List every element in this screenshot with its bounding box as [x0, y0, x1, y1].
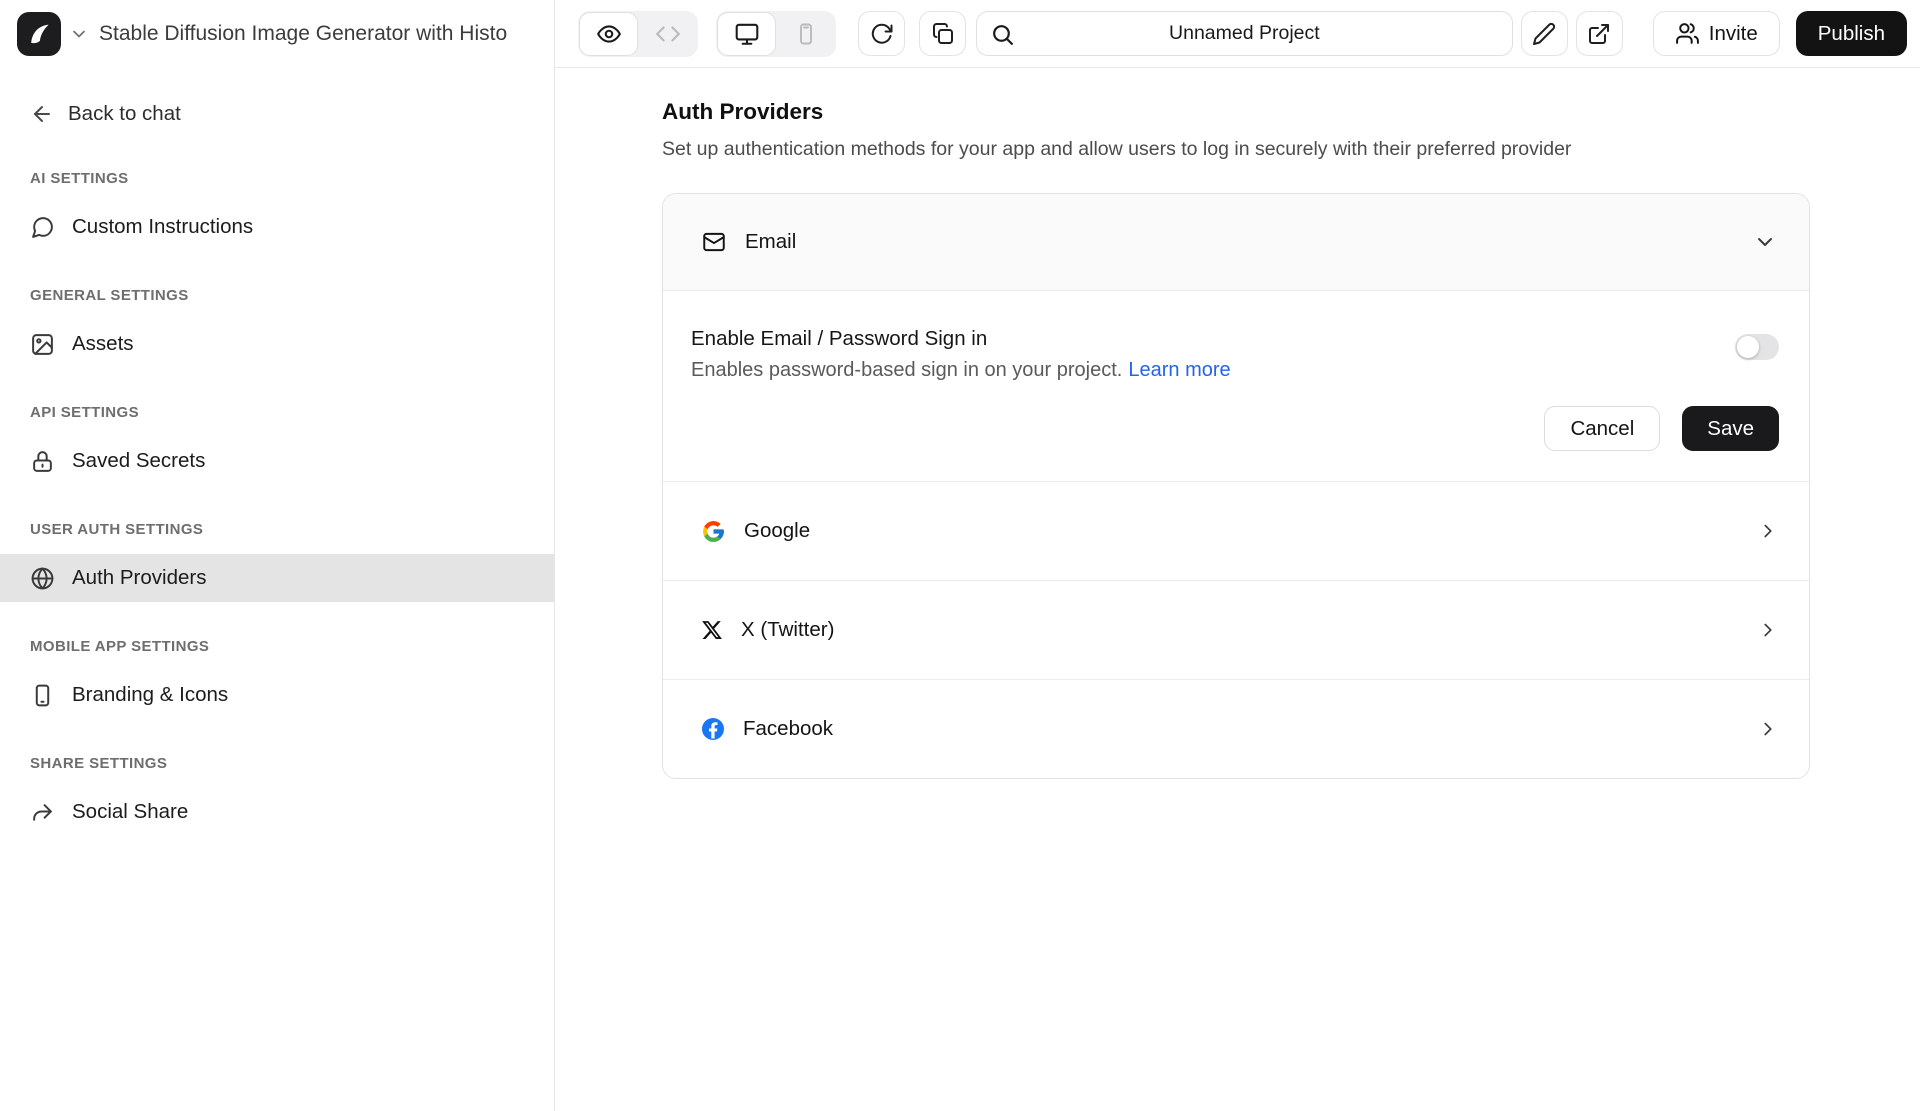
- sidebar-item-saved-secrets[interactable]: Saved Secrets: [0, 437, 554, 485]
- chevron-down-icon: [1753, 230, 1777, 254]
- auth-providers-card: Email Enable Email / Password Sign in En…: [662, 193, 1810, 779]
- app-title: Stable Diffusion Image Generator with Hi…: [99, 22, 544, 46]
- page-title: Auth Providers: [662, 99, 1920, 125]
- sidebar-item-label: Custom Instructions: [72, 215, 253, 239]
- enable-email-title: Enable Email / Password Sign in: [691, 327, 1231, 351]
- provider-label-facebook: Facebook: [743, 717, 833, 741]
- back-to-chat-link[interactable]: Back to chat: [30, 94, 554, 134]
- sidebar-item-auth-providers[interactable]: Auth Providers: [0, 554, 554, 602]
- provider-label-email: Email: [745, 230, 796, 254]
- provider-row-email[interactable]: Email: [663, 194, 1809, 290]
- email-settings-panel: Enable Email / Password Sign in Enables …: [663, 290, 1809, 481]
- section-header-general-settings: GENERAL SETTINGS: [30, 287, 524, 304]
- mobile-view-button[interactable]: [776, 12, 835, 56]
- rename-button[interactable]: [1521, 11, 1568, 56]
- x-twitter-icon: [701, 619, 723, 641]
- logo-swoosh-icon: [24, 19, 54, 49]
- desktop-view-button[interactable]: [717, 12, 776, 56]
- mobile-icon: [794, 22, 818, 46]
- invite-users-icon: [1675, 21, 1700, 46]
- sidebar-item-label: Assets: [72, 332, 134, 356]
- lock-icon: [30, 449, 55, 474]
- search-icon: [990, 22, 1015, 53]
- preview-code-segment: [578, 11, 698, 57]
- provider-label-x-twitter: X (Twitter): [741, 618, 834, 642]
- section-header-ai-settings: AI SETTINGS: [30, 170, 524, 187]
- image-icon: [30, 332, 55, 357]
- enable-email-description-text: Enables password-based sign in on your p…: [691, 359, 1122, 381]
- back-to-chat-label: Back to chat: [68, 102, 181, 126]
- app-window: Stable Diffusion Image Generator with Hi…: [0, 0, 1920, 1111]
- open-external-button[interactable]: [1576, 11, 1623, 56]
- section-header-share-settings: SHARE SETTINGS: [30, 755, 524, 772]
- chevron-right-icon: [1757, 619, 1779, 641]
- arrow-left-icon: [30, 102, 54, 126]
- main-area: Unnamed Project Invite Publish Auth Prov…: [555, 0, 1920, 1111]
- chevron-right-icon: [1757, 520, 1779, 542]
- section-header-api-settings: API SETTINGS: [30, 404, 524, 421]
- copy-button[interactable]: [919, 11, 966, 56]
- page-subtitle: Set up authentication methods for your a…: [662, 138, 1920, 161]
- app-logo[interactable]: [17, 12, 61, 56]
- external-link-icon: [1587, 22, 1611, 46]
- chevron-right-icon: [1757, 718, 1779, 740]
- share-forward-icon: [30, 800, 55, 825]
- facebook-icon: [701, 717, 725, 741]
- code-icon: [655, 21, 681, 47]
- phone-icon: [30, 683, 55, 708]
- chat-bubble-icon: [30, 215, 55, 240]
- section-header-mobile-app-settings: MOBILE APP SETTINGS: [30, 638, 524, 655]
- toggle-knob: [1737, 336, 1759, 358]
- refresh-button[interactable]: [858, 11, 905, 56]
- eye-icon: [596, 21, 622, 47]
- cancel-button[interactable]: Cancel: [1544, 406, 1660, 451]
- toolbar: Unnamed Project Invite Publish: [555, 0, 1920, 68]
- sidebar-item-assets[interactable]: Assets: [0, 320, 554, 368]
- code-toggle-button[interactable]: [638, 12, 697, 56]
- enable-email-text: Enable Email / Password Sign in Enables …: [691, 327, 1231, 382]
- sidebar-header: Stable Diffusion Image Generator with Hi…: [0, 0, 554, 68]
- provider-row-x-twitter[interactable]: X (Twitter): [663, 580, 1809, 679]
- sidebar-item-custom-instructions[interactable]: Custom Instructions: [0, 203, 554, 251]
- device-segment: [716, 11, 836, 57]
- project-name-input[interactable]: Unnamed Project: [976, 11, 1513, 56]
- sidebar-item-label: Branding & Icons: [72, 683, 228, 707]
- invite-button[interactable]: Invite: [1653, 11, 1780, 56]
- copy-icon: [931, 22, 955, 46]
- globe-icon: [30, 566, 55, 591]
- refresh-icon: [870, 22, 894, 46]
- publish-button[interactable]: Publish: [1796, 11, 1907, 56]
- sidebar-item-label: Social Share: [72, 800, 188, 824]
- chevron-down-icon[interactable]: [69, 24, 89, 44]
- save-button[interactable]: Save: [1682, 406, 1779, 451]
- sidebar: Stable Diffusion Image Generator with Hi…: [0, 0, 555, 1111]
- provider-label-google: Google: [744, 519, 810, 543]
- project-name-value: Unnamed Project: [1169, 22, 1320, 45]
- google-icon: [701, 519, 726, 544]
- learn-more-link[interactable]: Learn more: [1128, 359, 1230, 381]
- pencil-icon: [1532, 22, 1556, 46]
- preview-toggle-button[interactable]: [579, 12, 638, 56]
- enable-email-description: Enables password-based sign in on your p…: [691, 359, 1231, 382]
- provider-row-google[interactable]: Google: [663, 481, 1809, 580]
- sidebar-item-label: Saved Secrets: [72, 449, 205, 473]
- sidebar-item-branding-icons[interactable]: Branding & Icons: [0, 671, 554, 719]
- email-password-toggle[interactable]: [1735, 334, 1779, 360]
- invite-label: Invite: [1709, 22, 1758, 46]
- monitor-icon: [734, 21, 760, 47]
- provider-row-facebook[interactable]: Facebook: [663, 679, 1809, 778]
- mail-icon: [701, 229, 727, 255]
- sidebar-item-social-share[interactable]: Social Share: [0, 788, 554, 836]
- sidebar-item-label: Auth Providers: [72, 566, 206, 590]
- auth-providers-page: Auth Providers Set up authentication met…: [555, 68, 1920, 779]
- section-header-user-auth-settings: USER AUTH SETTINGS: [30, 521, 524, 538]
